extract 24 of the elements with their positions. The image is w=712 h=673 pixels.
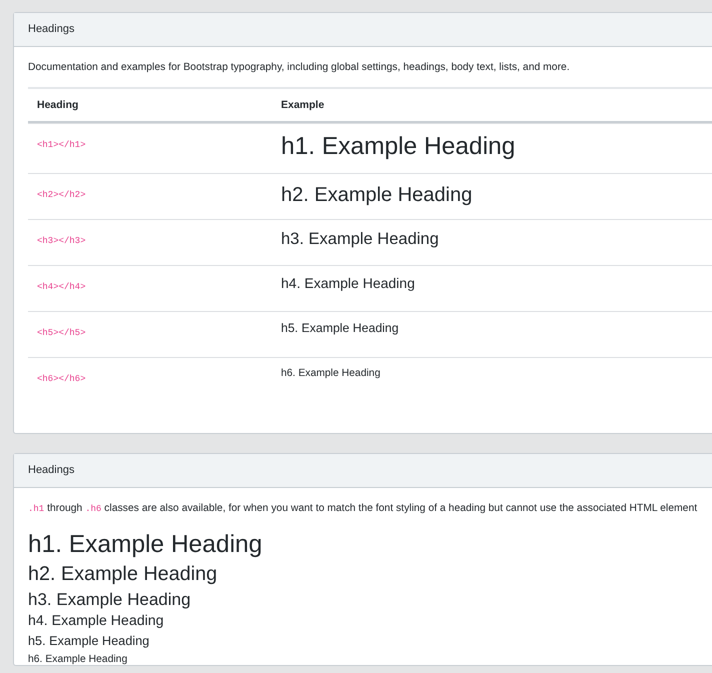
tag-code: <h3></h3> — [37, 236, 86, 246]
description-text: .h1 through .h6 classes are also available, for when you want to match the font styling of a heading but cannot use the associated HTML element — [28, 502, 698, 516]
example-heading: h3. Example Heading — [281, 230, 439, 248]
example-heading: h6. Example Heading — [281, 368, 380, 380]
example-heading: h4. Example Heading — [28, 614, 164, 630]
example-heading: h2. Example Heading — [281, 184, 472, 206]
column-header: Example — [281, 99, 324, 111]
example-heading: h6. Example Heading — [28, 654, 128, 666]
description-text: Documentation and examples for Bootstrap typography, including global settings, headings, body text, lists, and more. — [28, 61, 571, 75]
tag-code: <h4></h4> — [37, 282, 86, 292]
tag-code: <h1></h1> — [37, 140, 86, 150]
example-heading: h5. Example Heading — [28, 635, 150, 649]
example-heading: h2. Example Heading — [28, 564, 218, 586]
tag-code: <h5></h5> — [37, 328, 86, 338]
column-header: Heading — [37, 99, 78, 111]
card-header: Headings — [14, 454, 712, 488]
example-heading: h3. Example Heading — [28, 590, 191, 610]
example-heading: h1. Example Heading — [28, 532, 262, 559]
example-heading: h5. Example Heading — [281, 322, 399, 336]
tag-code: <h2></h2> — [37, 190, 86, 200]
card-header: Headings — [14, 13, 712, 47]
example-heading: h4. Example Heading — [281, 276, 415, 292]
example-heading: h1. Example Heading — [281, 134, 516, 161]
tag-code: <h6></h6> — [37, 374, 86, 384]
